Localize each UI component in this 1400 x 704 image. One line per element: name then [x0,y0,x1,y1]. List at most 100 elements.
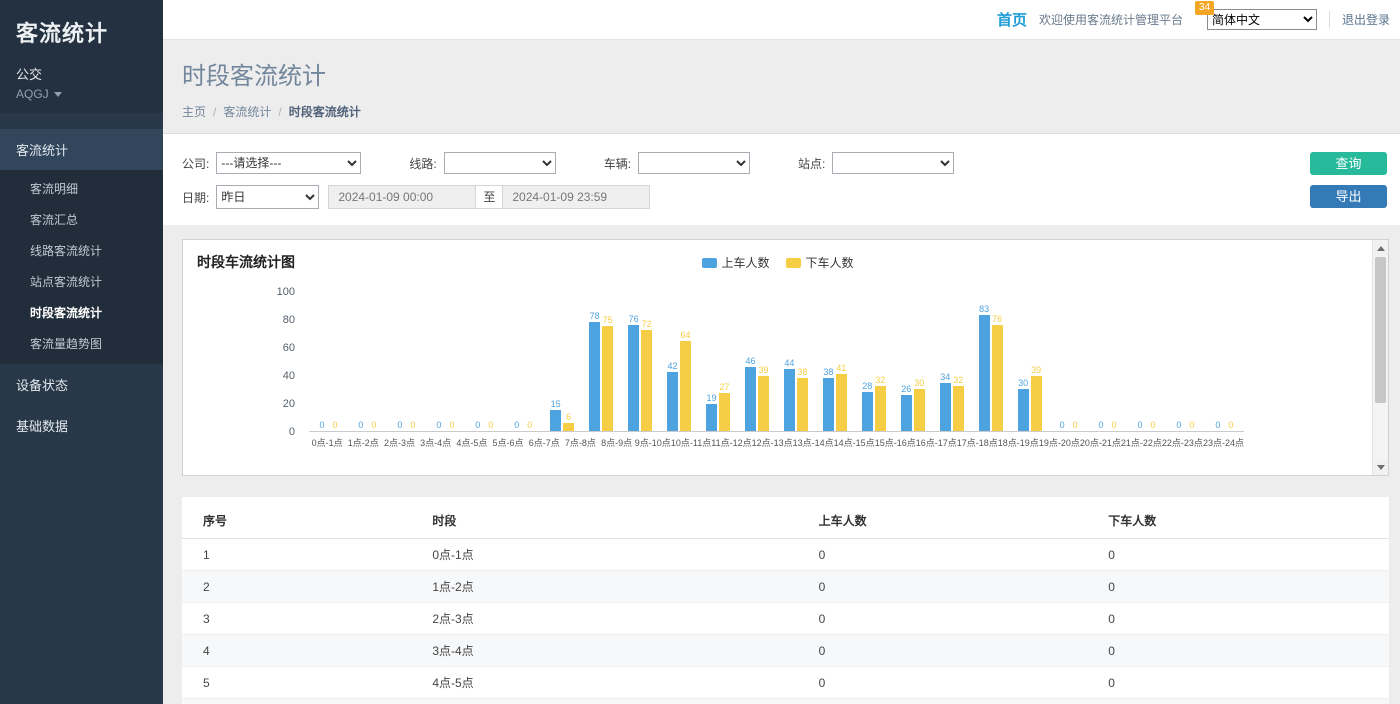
chart-inner: 时段车流统计图 上车人数下车人数 020406080100 0000000000… [183,240,1372,475]
bar-value-label: 0 [1215,420,1220,430]
bar-column: 27 [719,382,730,431]
company-filter: 公司: ---请选择--- [182,152,361,174]
chart-body: 020406080100 000000000000156787576724264… [197,292,1358,460]
table-cell: 1点-2点 [411,571,797,603]
x-axis-label: 15点-16点 [875,436,916,449]
bar-group: 7875 [582,292,621,431]
logout-link[interactable]: 退出登录 [1329,11,1390,28]
scrollbar-track[interactable] [1373,256,1388,459]
bar-value-label: 0 [436,420,441,430]
x-axis-label-text: 3点-4点 [420,436,451,449]
legend-item[interactable]: 下车人数 [786,254,854,271]
bar-group: 2630 [893,292,932,431]
bar-group: 00 [1049,292,1088,431]
home-link[interactable]: 首页 [997,9,1027,30]
y-axis-tick: 100 [277,286,295,298]
chart-card: 时段车流统计图 上车人数下车人数 020406080100 0000000000… [182,239,1389,476]
bar-column: 39 [758,365,769,431]
y-axis-tick: 40 [283,370,295,382]
bar-group: 1927 [699,292,738,431]
x-axis-label: 17点-18点 [957,436,998,449]
date-end-input[interactable] [502,185,650,209]
legend-label: 下车人数 [806,254,854,271]
table-cell: 0 [1087,571,1389,603]
bar [745,367,756,431]
scrollbar-thumb[interactable] [1375,257,1386,403]
x-axis-label-text: 10点-11点 [671,436,711,449]
legend-swatch-icon [786,258,801,268]
chart-scrollbar[interactable] [1372,240,1388,475]
bar-value-label: 34 [940,372,950,382]
table-row: 65点-6点00 [182,699,1389,704]
chart-plot: 0000000000001567875767242641927463944383… [309,292,1244,432]
x-axis-label-text: 7点-8点 [565,436,596,449]
table-header-cell: 下车人数 [1087,503,1389,539]
sidebar-section-header[interactable]: 设备状态 [0,364,163,405]
export-button[interactable]: 导出 [1310,185,1387,208]
x-axis-label: 10点-11点 [671,436,711,449]
scroll-down-button[interactable] [1373,459,1388,475]
bar [667,372,678,431]
bar-value-label: 42 [668,361,678,371]
table-cell: 6 [182,699,411,704]
sidebar-section-header[interactable]: 基础数据 [0,405,163,446]
table-cell: 4点-5点 [411,667,797,699]
sidebar-item[interactable]: 站点客流统计 [0,266,163,297]
bar-column: 30 [1018,378,1029,431]
y-axis-tick: 60 [283,342,295,354]
sidebar-item[interactable]: 客流明细 [0,173,163,204]
breadcrumb-separator: / [278,105,281,119]
date-filter: 日期: 昨日 至 [182,185,650,209]
station-label: 站点: [798,155,825,172]
breadcrumb-section[interactable]: 客流统计 [223,103,271,120]
bar-column: 0 [446,420,457,431]
language-select[interactable]: 简体中文 [1207,9,1317,30]
chevron-down-icon [54,92,62,97]
bar-value-label: 0 [358,420,363,430]
table-cell: 3 [182,603,411,635]
bar-column: 28 [862,381,873,431]
table-row: 10点-1点00 [182,539,1389,571]
y-axis: 020406080100 [197,292,301,432]
brand-area: 客流统计 公交 AQGJ [0,0,163,113]
sidebar-item[interactable]: 时段客流统计 [0,297,163,328]
y-axis-tick: 20 [283,398,295,410]
sidebar-item[interactable]: 客流量趋势图 [0,328,163,359]
sidebar-section-header[interactable]: 客流统计 [0,129,163,170]
x-axis-label-text: 21点-22点 [1121,436,1162,449]
query-button[interactable]: 查询 [1310,152,1387,175]
bar [1031,376,1042,431]
legend-item[interactable]: 上车人数 [701,254,769,271]
sidebar-submenu: 客流明细客流汇总线路客流统计站点客流统计时段客流统计客流量趋势图 [0,170,163,364]
vehicle-select[interactable] [638,152,750,174]
table-cell: 3点-4点 [411,635,797,667]
bar-value-label: 32 [875,375,885,385]
org-selector[interactable]: AQGJ [16,87,147,101]
x-axis-label: 1点-2点 [345,436,381,449]
table-cell: 0 [798,699,1088,704]
x-axis-label-text: 9点-10点 [635,436,671,449]
x-axis-label-text: 2点-3点 [384,436,415,449]
breadcrumb-home[interactable]: 主页 [182,103,206,120]
bar-group: 00 [465,292,504,431]
date-start-input[interactable] [328,185,476,209]
company-select[interactable]: ---请选择--- [216,152,361,174]
scroll-up-button[interactable] [1373,240,1388,256]
company-label: 公司: [182,155,209,172]
table-cell: 0 [798,635,1088,667]
sidebar-item[interactable]: 客流汇总 [0,204,163,235]
table-cell: 0 [1087,635,1389,667]
legend-swatch-icon [701,258,716,268]
station-select[interactable] [832,152,954,174]
bar-column: 0 [472,420,483,431]
bar-value-label: 44 [784,358,794,368]
x-axis-label: 21点-22点 [1121,436,1162,449]
bar-value-label: 76 [992,314,1002,324]
bar-column: 0 [407,420,418,431]
bar [589,322,600,431]
table-header-cell: 上车人数 [798,503,1088,539]
sidebar-item[interactable]: 线路客流统计 [0,235,163,266]
bar-value-label: 39 [1031,365,1041,375]
date-preset-select[interactable]: 昨日 [216,185,319,209]
line-select[interactable] [444,152,556,174]
